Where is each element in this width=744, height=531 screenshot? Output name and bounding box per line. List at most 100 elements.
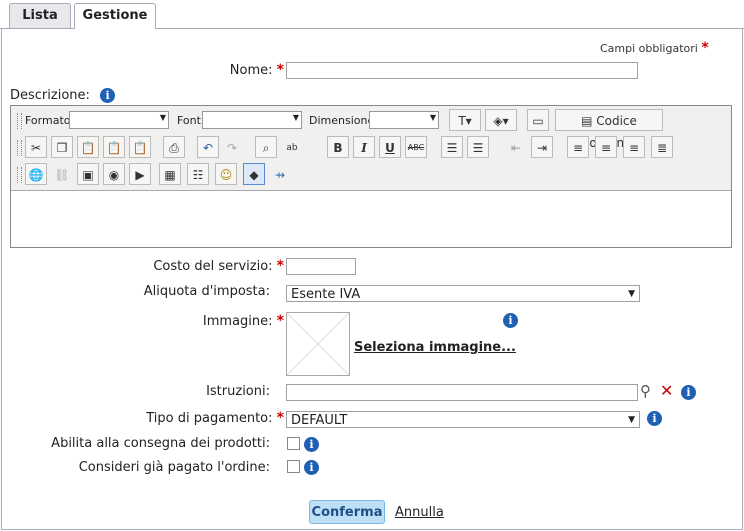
outdent-button[interactable]: ⇤: [505, 136, 527, 158]
image-button[interactable]: ▣: [77, 163, 99, 185]
maximize-button[interactable]: ▭: [527, 109, 549, 131]
align-center-button[interactable]: ≡: [595, 136, 617, 158]
unlink-button[interactable]: ⛓: [51, 163, 73, 185]
immagine-label-wrap: Immagine: *: [100, 313, 284, 329]
table-button[interactable]: ▦: [159, 163, 181, 185]
info-icon[interactable]: i: [647, 411, 662, 426]
image-icon: ▣: [82, 168, 94, 182]
toolbar-row-2: ✂ ❐ 📋 📋 📋 ⎙ ↶ ↷ ⌕ ab B I U ABC ☰ ☰ ⇤ ⇥ ≡…: [15, 136, 727, 160]
underline-button[interactable]: U: [379, 136, 401, 158]
font-select[interactable]: ▼: [202, 111, 302, 129]
clear-icon[interactable]: ✕: [660, 381, 673, 400]
confirm-label: Conferma: [311, 505, 383, 520]
undo-icon: ↶: [202, 141, 214, 155]
nome-input[interactable]: [286, 62, 638, 79]
align-right-button[interactable]: ≡: [623, 136, 645, 158]
binoculars-icon: ⌕: [262, 141, 270, 155]
considera-checkbox[interactable]: [287, 460, 300, 473]
abilita-checkbox[interactable]: [287, 437, 300, 450]
smiley-icon: ☺: [219, 168, 233, 182]
descrizione-label: Descrizione:: [10, 88, 90, 103]
toolbar-row-1: Formato ▼ Font ▼ Dimensione ▼ T▾ ◈▾ ▭ ▤ …: [15, 109, 727, 150]
strike-icon: ABC: [407, 143, 425, 152]
formato-select[interactable]: ▼: [69, 111, 169, 129]
justify-button[interactable]: ≣: [651, 136, 673, 158]
text-color-button[interactable]: T▾: [449, 109, 481, 131]
link-button[interactable]: 🌐: [25, 163, 47, 185]
search-icon[interactable]: ⚲: [640, 382, 651, 400]
info-icon[interactable]: i: [304, 460, 319, 475]
unordered-list-icon: ☰: [472, 141, 484, 155]
bold-button[interactable]: B: [327, 136, 349, 158]
smiley-button[interactable]: ☺: [215, 163, 237, 185]
ordered-list-icon: ☰: [446, 141, 458, 155]
indent-icon: ⇥: [536, 141, 548, 155]
info-icon[interactable]: i: [304, 437, 319, 452]
underline-icon: U: [385, 141, 395, 155]
source-icon: ▤: [581, 114, 593, 128]
undo-button[interactable]: ↶: [197, 136, 219, 158]
aliquota-select[interactable]: Esente IVA ▼: [286, 285, 640, 302]
page-break-button[interactable]: ⇸: [269, 163, 291, 185]
image-placeholder-icon: [286, 312, 350, 376]
bold-icon: B: [333, 141, 343, 155]
flash-button[interactable]: ◉: [103, 163, 125, 185]
media-button[interactable]: ▶: [129, 163, 151, 185]
redo-button[interactable]: ↷: [221, 136, 243, 158]
tab-bar: Lista Gestione: [0, 0, 744, 29]
source-code-button[interactable]: ▤ Codice Sorgente: [555, 109, 663, 150]
paste-word-button[interactable]: 📋: [129, 136, 151, 158]
strike-button[interactable]: ABC: [405, 136, 427, 158]
paste-button[interactable]: 📋: [77, 136, 99, 158]
tab-gestione[interactable]: Gestione: [74, 3, 156, 29]
outdent-icon: ⇤: [510, 141, 522, 155]
copy-button[interactable]: ❐: [51, 136, 73, 158]
info-icon[interactable]: i: [100, 88, 116, 103]
costo-input[interactable]: [286, 258, 356, 275]
printer-icon: ⎙: [169, 141, 179, 155]
ordered-list-button[interactable]: ☰: [441, 136, 463, 158]
paste-icon: 📋: [80, 141, 96, 155]
unlink-icon: ⛓: [54, 168, 70, 182]
align-left-button[interactable]: ≡: [567, 136, 589, 158]
italic-button[interactable]: I: [353, 136, 375, 158]
seleziona-immagine-link[interactable]: Seleziona immagine...: [354, 340, 516, 355]
istruzioni-label: Istruzioni:: [206, 384, 270, 399]
info-icon[interactable]: i: [681, 385, 696, 400]
special-char-button[interactable]: ◆: [243, 163, 265, 185]
info-icon[interactable]: i: [503, 313, 518, 328]
pagamento-select[interactable]: DEFAULT ▼: [286, 411, 640, 428]
aliquota-value: Esente IVA: [291, 287, 361, 302]
hr-button[interactable]: ☷: [187, 163, 209, 185]
replace-button[interactable]: ab: [281, 136, 303, 158]
cut-button[interactable]: ✂: [25, 136, 47, 158]
bg-color-button[interactable]: ◈▾: [485, 109, 517, 131]
scissors-icon: ✂: [30, 141, 42, 155]
indent-button[interactable]: ⇥: [531, 136, 553, 158]
required-note-text: Campi obbligatori: [600, 42, 698, 55]
print-button[interactable]: ⎙: [163, 136, 185, 158]
abilita-label: Abilita alla consegna dei prodotti:: [51, 436, 270, 451]
confirm-button[interactable]: Conferma: [309, 500, 385, 524]
cancel-link[interactable]: Annulla: [395, 505, 444, 520]
pagamento-label: Tipo di pagamento:: [146, 411, 273, 426]
replace-icon: ab: [286, 143, 298, 153]
dimensione-select[interactable]: ▼: [369, 111, 439, 129]
unordered-list-button[interactable]: ☰: [467, 136, 489, 158]
image-placeholder[interactable]: [286, 312, 350, 376]
considera-label: Consideri già pagato l'ordine:: [78, 460, 270, 475]
nome-label-wrap: Nome: *: [150, 62, 284, 78]
required-asterisk-icon: *: [701, 40, 709, 56]
find-button[interactable]: ⌕: [255, 136, 277, 158]
pagamento-value: DEFAULT: [291, 413, 348, 428]
toolbar-grip-icon: [17, 140, 22, 156]
tab-lista[interactable]: Lista: [9, 3, 71, 28]
horizontal-rule-icon: ☷: [192, 168, 204, 182]
editor-content-area[interactable]: [11, 191, 731, 247]
formato-label: Formato: [25, 114, 71, 127]
italic-icon: I: [361, 141, 367, 155]
nome-label: Nome:: [229, 63, 273, 78]
paste-text-button[interactable]: 📋: [103, 136, 125, 158]
justify-icon: ≣: [656, 141, 668, 155]
istruzioni-input[interactable]: [286, 384, 638, 401]
